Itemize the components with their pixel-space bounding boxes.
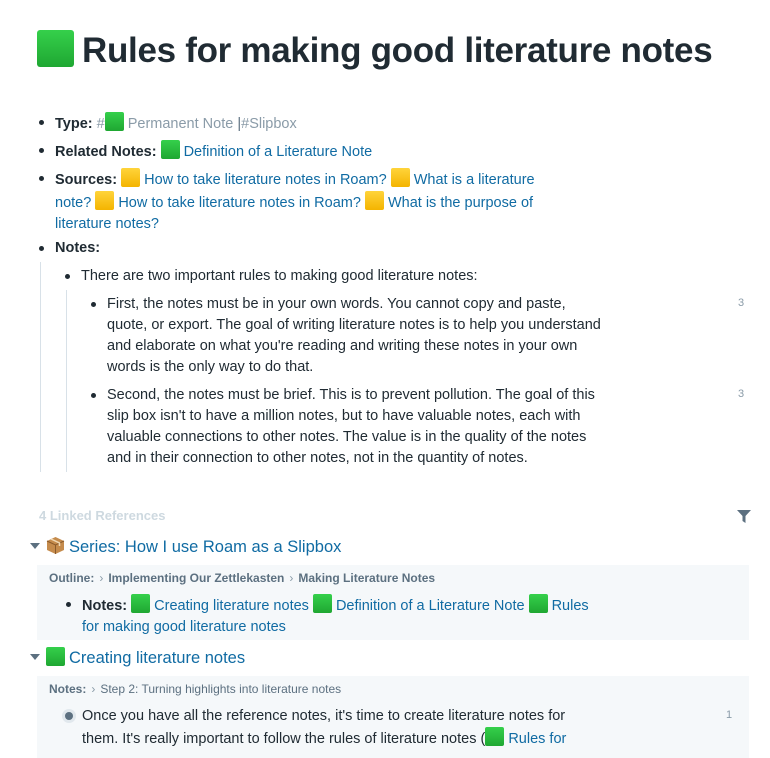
ref-block[interactable]: Once you have all the reference notes, i…: [82, 706, 642, 750]
related-notes-row[interactable]: Related Notes: Definition of a Literatur…: [38, 140, 373, 163]
indent-guide: [66, 290, 67, 472]
source-link-4[interactable]: What is the purpose of: [388, 195, 533, 211]
source-link-3[interactable]: How to take literature notes in Roam?: [118, 195, 361, 211]
green-square-icon: [37, 30, 74, 67]
ref-block[interactable]: Notes: Creating literature notes Definit…: [66, 594, 622, 638]
green-square-icon: [160, 140, 180, 159]
breadcrumb-item[interactable]: Making Literature Notes: [298, 571, 435, 585]
linked-references-header[interactable]: 4 Linked References: [39, 508, 165, 523]
green-square-icon: [131, 594, 151, 613]
hash-tag[interactable]: #: [97, 116, 105, 132]
green-square-icon: [528, 594, 548, 613]
green-square-icon: [312, 594, 332, 613]
breadcrumb[interactable]: Notes: › Step 2: Turning highlights into l…: [49, 682, 341, 696]
page-title[interactable]: Rules for making good literature notes: [37, 30, 713, 71]
green-square-icon: [104, 112, 124, 131]
type-row[interactable]: Type: # Permanent Note |#Slipbox: [39, 112, 297, 135]
yellow-square-icon: [390, 168, 410, 187]
link-rules-cont[interactable]: for making good literature notes: [82, 619, 286, 635]
filter-icon[interactable]: [737, 510, 751, 528]
source-link-4-cont[interactable]: literature notes?: [55, 216, 159, 232]
link-rules-for[interactable]: Rules for: [508, 731, 566, 747]
reference-count[interactable]: 3: [738, 388, 744, 400]
green-square-icon: [46, 647, 65, 666]
reference-count[interactable]: 1: [726, 709, 732, 721]
radio-bullet-icon[interactable]: [65, 712, 73, 720]
tag-permanent-note[interactable]: Permanent Note: [128, 116, 234, 132]
sources-row[interactable]: Sources: How to take literature notes in…: [39, 168, 575, 235]
source-link-1[interactable]: How to take literature notes in Roam?: [144, 172, 387, 188]
ref-group-title[interactable]: Creating literature notes: [46, 647, 245, 668]
breadcrumb-item[interactable]: Step 2: Turning highlights into literatu…: [100, 682, 341, 696]
ref-group-title[interactable]: Series: How I use Roam as a Slipbox: [46, 536, 341, 560]
source-link-2[interactable]: What is a literature: [414, 172, 535, 188]
indent-guide: [40, 262, 41, 472]
rule-2-block[interactable]: Second, the notes must be brief. This is…: [91, 385, 637, 469]
green-square-icon: [485, 727, 505, 746]
link-creating-literature-notes[interactable]: Creating literature notes: [154, 598, 309, 614]
tag-slipbox[interactable]: #Slipbox: [241, 116, 297, 132]
caret-down-icon[interactable]: [30, 543, 40, 549]
caret-down-icon[interactable]: [30, 654, 40, 660]
link-rules[interactable]: Rules: [552, 598, 589, 614]
rule-1-block[interactable]: First, the notes must be in your own wor…: [91, 294, 637, 378]
yellow-square-icon: [95, 191, 115, 210]
breadcrumb[interactable]: Outline: › Implementing Our Zettlekasten › M…: [49, 571, 435, 585]
reference-count[interactable]: 3: [738, 297, 744, 309]
yellow-square-icon: [364, 191, 384, 210]
breadcrumb-item[interactable]: Implementing Our Zettlekasten: [108, 571, 284, 585]
yellow-square-icon: [121, 168, 141, 187]
package-icon: [46, 536, 65, 560]
link-definition-literature-note[interactable]: Definition of a Literature Note: [184, 144, 373, 160]
source-link-2-cont[interactable]: note?: [55, 195, 91, 211]
link-definition-literature-note[interactable]: Definition of a Literature Note: [336, 598, 525, 614]
notes-row[interactable]: Notes:: [38, 238, 100, 259]
notes-intro[interactable]: There are two important rules to making …: [65, 266, 478, 287]
